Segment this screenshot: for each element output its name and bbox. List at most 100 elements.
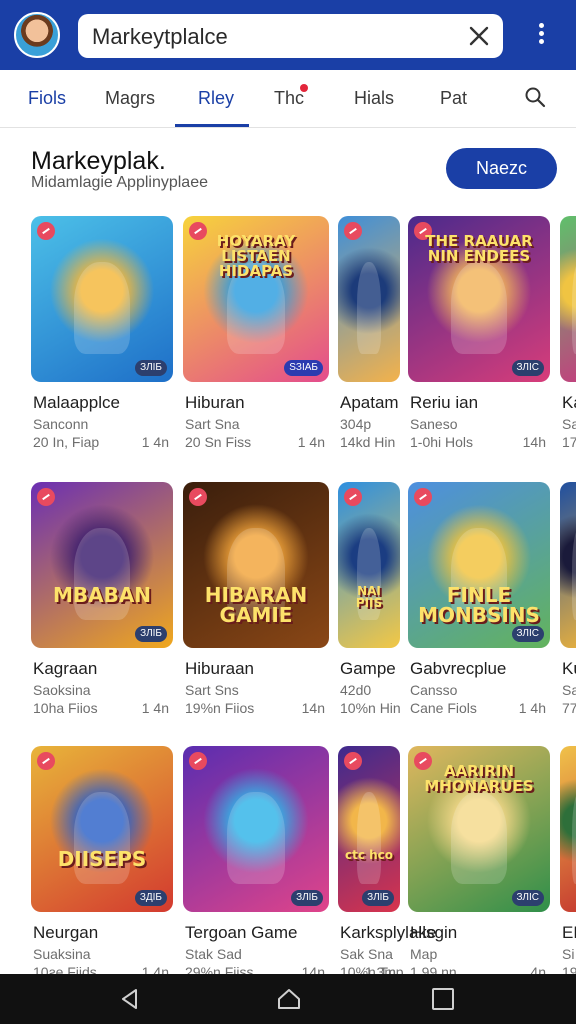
app-thumbnail[interactable] (338, 216, 400, 382)
thumbnail-title: AARIRIN MHONARUES (424, 762, 534, 795)
tab-rley[interactable]: Rley (198, 88, 234, 109)
tab-thc[interactable]: Thc (274, 88, 304, 109)
sale-icon (37, 488, 55, 506)
thumbnail-title: FINLE MONBSINS (418, 582, 540, 627)
app-title: Apatam (340, 393, 399, 412)
app-bar: Markeytplalce (0, 0, 576, 70)
app-thumbnail[interactable]: ctc hco ЗЛІБ (338, 746, 400, 912)
back-icon[interactable] (118, 987, 142, 1011)
thumbnail-title: ctc hco (344, 847, 394, 862)
character-art (450, 792, 508, 884)
app-meta: 17 (562, 434, 576, 450)
app-card[interactable]: HIBARAN GAMIE Hiburaan Sart Sns 19%n Fiios 1… (183, 482, 329, 722)
app-developer: Sart Sns (185, 682, 239, 698)
app-developer: Sanconn (33, 416, 89, 432)
character-art (572, 792, 576, 884)
app-thumbnail[interactable]: HOYARAY LISTAEN HIDAPAS SЗІАБ (183, 216, 329, 382)
thumbnail-title: THE RAAUAR NIN ENDEES (425, 232, 533, 265)
app-meta: 1-0hi Hols (410, 434, 474, 450)
app-card[interactable]: NAI PIIS Gampe 42d0 10%n Hin (338, 482, 401, 722)
app-title: Hiburaan (185, 659, 254, 678)
thumbnail-title: NAI PIIS (355, 583, 383, 610)
home-icon[interactable] (276, 986, 302, 1012)
tab-magrs[interactable]: Magrs (105, 88, 155, 109)
rating-badge: ЗЛІБ (135, 626, 167, 642)
app-card[interactable]: ELSi19 (560, 746, 576, 986)
rating-badge: ЗЛІС (511, 626, 544, 642)
sale-icon (344, 488, 362, 506)
app-thumbnail[interactable]: DIISEPS ЗДІБ (31, 746, 173, 912)
app-meta: 10%n Hin (340, 700, 401, 716)
app-card[interactable]: DIISEPS ЗДІБ Neurgan Suaksina 10ƨe Fiids 1 4n (31, 746, 173, 986)
app-thumbnail[interactable] (560, 746, 576, 912)
app-card[interactable]: Ka Sa 17 (560, 216, 576, 456)
app-card[interactable]: Ku Sa 77 (560, 482, 576, 722)
tab-pat[interactable]: Pat (440, 88, 467, 109)
app-meta: 77 (562, 700, 576, 716)
rating-badge: ЗЛІБ (362, 890, 394, 906)
rating-badge: ЗЛІБ (135, 360, 167, 376)
tab-hials[interactable]: Hials (354, 88, 394, 109)
app-developer: Sart Sna (185, 416, 240, 432)
app-title: EL (562, 923, 576, 942)
app-size: 1 4n (297, 434, 325, 450)
active-tab-indicator (175, 124, 249, 127)
app-thumbnail[interactable] (560, 216, 576, 382)
rating-badge: ЗДІБ (134, 890, 167, 906)
more-options-icon[interactable] (528, 20, 554, 52)
app-developer: Suaksina (33, 946, 91, 962)
rating-badge: SЗІАБ (284, 360, 323, 376)
app-title: Malaapplce (33, 393, 120, 412)
app-thumbnail[interactable]: FINLE MONBSINS ЗЛІС (408, 482, 550, 648)
app-thumbnail[interactable]: THE RAAUAR NIN ENDEES ЗЛІС (408, 216, 550, 382)
thumbnail-title: HOYARAY LISTAEN HIDAPAS (216, 232, 296, 280)
character-art (450, 262, 508, 354)
app-thumbnail[interactable]: ЗЛІБ (183, 746, 329, 912)
app-developer: Sa (562, 682, 576, 698)
thumbnail-title: HIBARAN GAMIE (204, 582, 308, 627)
app-card[interactable]: AARIRIN MHONARUES ЗЛІС Hlsgin Map 1 99 nn 4n (408, 746, 550, 986)
app-meta: Cane Fiols (410, 700, 477, 716)
app-card[interactable]: ЗЛІБ Malaapplce Sanconn 20 In, Fiap 1 4n (31, 216, 173, 456)
app-title: Kagraan (33, 659, 98, 678)
app-title: Hlsgin (410, 923, 458, 942)
app-thumbnail[interactable]: MBABAN ЗЛІБ (31, 482, 173, 648)
section-action-button[interactable]: Naezc (446, 148, 557, 189)
tab-fiols[interactable]: Fiols (28, 88, 66, 109)
sale-icon (344, 752, 362, 770)
app-title: Ku (562, 659, 576, 678)
recent-apps-icon[interactable] (432, 988, 454, 1010)
rating-badge: ЗЛІС (511, 890, 544, 906)
app-thumbnail[interactable]: AARIRIN MHONARUES ЗЛІС (408, 746, 550, 912)
app-thumbnail[interactable]: NAI PIIS (338, 482, 400, 648)
search-icon[interactable] (524, 86, 546, 108)
sale-icon (37, 752, 55, 770)
avatar[interactable] (14, 12, 60, 58)
character-art (356, 262, 382, 354)
app-thumbnail[interactable]: ЗЛІБ (31, 216, 173, 382)
app-developer: Sa (562, 416, 576, 432)
app-card[interactable]: ctc hco ЗЛІБ Karksplylake Sak Sna 10%n Tnp 1 … (338, 746, 436, 986)
app-developer: Si (562, 946, 575, 962)
app-thumbnail[interactable] (560, 482, 576, 648)
sale-icon (189, 752, 207, 770)
search-field[interactable]: Markeytplalce (78, 14, 503, 58)
app-card[interactable]: HOYARAY LISTAEN HIDAPAS SЗІАБ Hiburan Sart … (183, 216, 329, 456)
app-card[interactable]: Apatam 304p 14kd Hin (338, 216, 400, 456)
close-icon[interactable] (465, 22, 493, 50)
app-size: 1 4h (518, 700, 546, 716)
rating-badge: ЗЛІС (511, 360, 544, 376)
app-card[interactable]: MBABAN ЗЛІБ Kagraan Saoksina 10ha Fiios 1 4n (31, 482, 173, 722)
search-input[interactable]: Markeytplalce (92, 24, 228, 50)
notification-dot (300, 84, 308, 92)
app-meta: 10ha Fiios (33, 700, 98, 716)
app-card[interactable]: ЗЛІБ Tergoan Game Stak Sad 29%n Fiiss 14n (183, 746, 329, 986)
app-title: Neurgan (33, 923, 99, 942)
character-art (356, 792, 382, 884)
app-size: 1 4n (141, 434, 169, 450)
app-card[interactable]: FINLE MONBSINS ЗЛІС Gabvrecplue Cansso Cane … (408, 482, 550, 722)
character-art (572, 528, 576, 620)
app-card[interactable]: THE RAAUAR NIN ENDEES ЗЛІС Reriu ian Saneso… (408, 216, 550, 456)
app-thumbnail[interactable]: HIBARAN GAMIE (183, 482, 329, 648)
thumbnail-title: MBABAN (52, 582, 152, 607)
